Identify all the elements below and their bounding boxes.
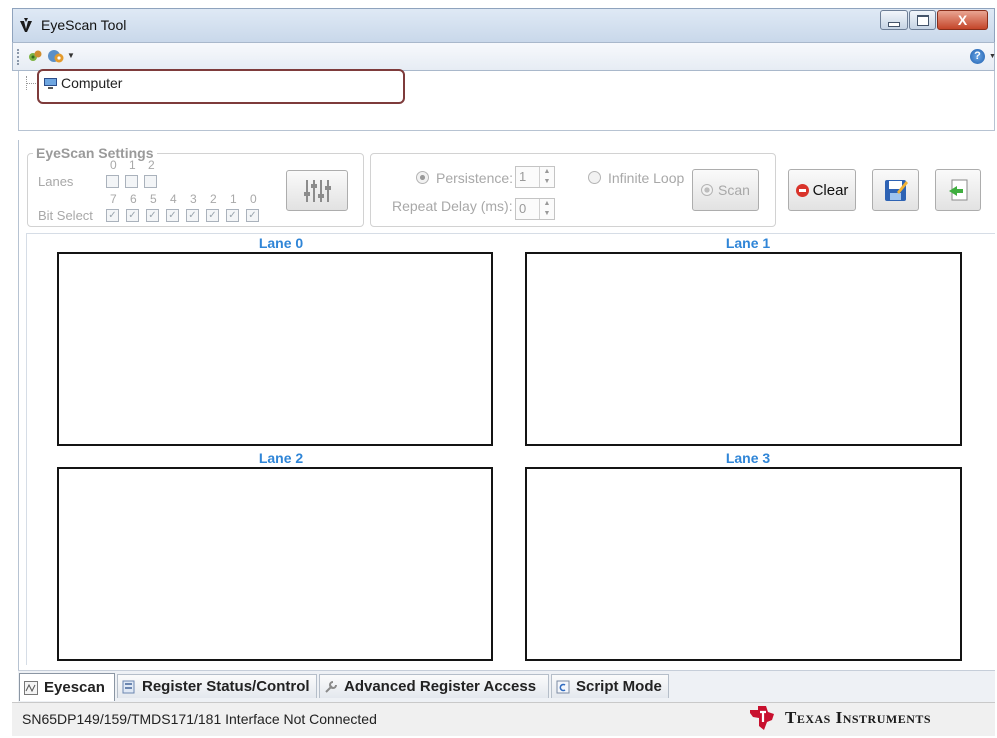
tab-label: Script Mode [576, 678, 662, 695]
tab-label: Register Status/Control [142, 678, 310, 695]
repeat-delay-spinner[interactable]: 0 ▲ ▼ [515, 198, 555, 220]
lane-number: 2 [148, 158, 155, 172]
save-button[interactable] [872, 169, 919, 211]
bit-number: 0 [250, 192, 257, 206]
repeat-delay-value: 0 [519, 201, 527, 216]
save-icon [884, 180, 908, 201]
clear-label: Clear [812, 181, 849, 199]
lane-title-2: Lane 2 [258, 450, 304, 466]
chevron-down-icon[interactable]: ▼ [67, 51, 75, 60]
lanes-label: Lanes [38, 174, 74, 189]
bit-number: 6 [130, 192, 137, 206]
bit-checkbox-3[interactable]: ✓ [186, 209, 199, 222]
help-icon[interactable]: ? [970, 49, 985, 64]
bit-checkbox-1[interactable]: ✓ [226, 209, 239, 222]
maximize-icon [916, 14, 929, 26]
connect-icon[interactable] [27, 48, 43, 64]
infinite-loop-label: Infinite Loop [608, 170, 685, 186]
lane-checkbox-2[interactable] [144, 175, 157, 188]
tab-script-mode[interactable]: Script Mode [551, 674, 669, 698]
minimize-icon [888, 21, 900, 27]
infinite-loop-radio[interactable] [588, 171, 601, 184]
title-bar [12, 8, 995, 42]
lane-title-0: Lane 0 [258, 235, 304, 251]
tab-register-status-control[interactable]: Register Status/Control [117, 674, 317, 698]
bit-number: 7 [110, 192, 117, 206]
toolbar [12, 42, 995, 71]
toolbar-grip[interactable] [17, 49, 21, 65]
ti-logo-icon [750, 706, 774, 730]
help-chevron-icon[interactable]: ▼ [989, 53, 996, 60]
lane-title-3: Lane 3 [725, 450, 771, 466]
lane-plot-0 [57, 252, 493, 446]
spinner-arrows-icon[interactable]: ▲ ▼ [539, 199, 554, 219]
lane-number: 0 [110, 158, 117, 172]
tree-item-computer[interactable]: Computer [61, 75, 122, 91]
persistence-value: 1 [519, 169, 527, 184]
adjust-settings-button[interactable] [286, 170, 348, 211]
bit-checkbox-6[interactable]: ✓ [126, 209, 139, 222]
minimize-button[interactable] [880, 10, 908, 30]
persistence-label: Persistence: [436, 170, 514, 186]
eyescan-icon [24, 680, 38, 695]
persistence-radio[interactable] [416, 171, 429, 184]
bit-select-label: Bit Select [38, 208, 93, 223]
lane-checkbox-1[interactable] [125, 175, 138, 188]
clear-icon [795, 183, 809, 197]
wrench-icon [325, 680, 337, 693]
tab-advanced-register-access[interactable]: Advanced Register Access [319, 674, 549, 698]
ti-brand-text: Texas Instruments [785, 708, 931, 728]
bit-number: 3 [190, 192, 197, 206]
register-icon [122, 680, 135, 693]
bit-number: 1 [230, 192, 237, 206]
bit-number: 4 [170, 192, 177, 206]
persistence-spinner[interactable]: 1 ▲ ▼ [515, 166, 555, 188]
settings-group-title: EyeScan Settings [33, 145, 157, 161]
maximize-button[interactable] [909, 10, 936, 30]
lane-title-1: Lane 1 [725, 235, 771, 251]
tab-eyescan[interactable]: Eyescan [19, 673, 115, 701]
bit-checkbox-2[interactable]: ✓ [206, 209, 219, 222]
spinner-arrows-icon[interactable]: ▲ ▼ [539, 167, 554, 187]
sliders-icon [304, 179, 331, 202]
computer-icon [44, 78, 57, 89]
clear-button[interactable]: Clear [788, 169, 856, 211]
connection-status: SN65DP149/159/TMDS171/181 Interface Not … [22, 711, 377, 727]
lane-number: 1 [129, 158, 136, 172]
export-button[interactable] [935, 169, 981, 211]
scan-label: Scan [718, 182, 750, 198]
bit-checkbox-7[interactable]: ✓ [106, 209, 119, 222]
export-icon [949, 179, 968, 201]
bit-checkbox-5[interactable]: ✓ [146, 209, 159, 222]
script-icon [556, 680, 570, 693]
tab-label: Advanced Register Access [344, 678, 537, 695]
app-logo-icon [20, 18, 32, 32]
bit-number: 2 [210, 192, 217, 206]
lane-checkbox-0[interactable] [106, 175, 119, 188]
bit-number: 5 [150, 192, 157, 206]
scan-icon [701, 184, 714, 196]
settings-menu-icon[interactable] [47, 48, 65, 64]
scan-button[interactable]: Scan [692, 169, 759, 211]
bit-checkbox-0[interactable]: ✓ [246, 209, 259, 222]
window-title: EyeScan Tool [41, 17, 127, 33]
lane-plot-2 [57, 467, 493, 661]
close-button[interactable]: X [937, 10, 988, 30]
tab-label: Eyescan [44, 679, 105, 696]
bit-checkbox-4[interactable]: ✓ [166, 209, 179, 222]
close-icon: X [957, 12, 968, 28]
lane-plot-1 [525, 252, 962, 446]
repeat-delay-label: Repeat Delay (ms): [392, 198, 513, 214]
lane-plot-3 [525, 467, 962, 661]
brand-name: Texas Instruments [785, 708, 932, 727]
